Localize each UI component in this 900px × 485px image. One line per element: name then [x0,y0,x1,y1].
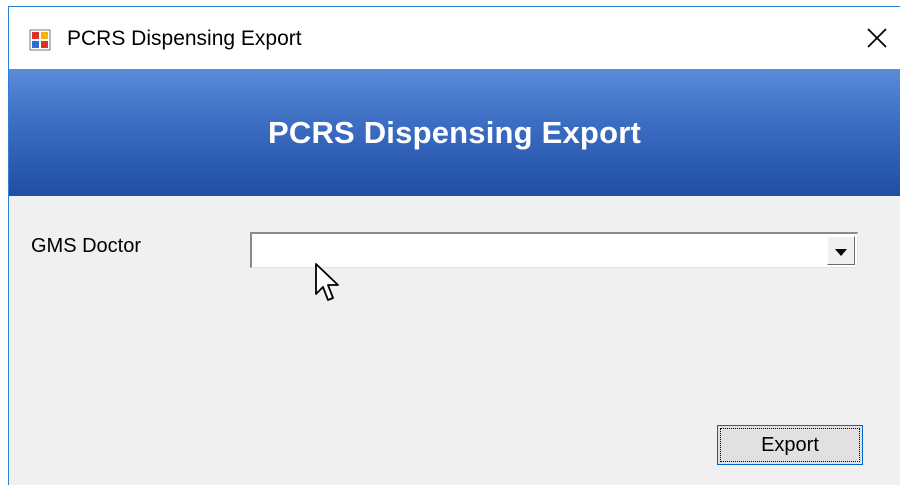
close-button[interactable] [854,7,900,69]
mouse-pointer-icon [315,263,339,301]
export-button[interactable]: Export [717,425,863,465]
banner-title: PCRS Dispensing Export [267,114,641,150]
title-bar: PCRS Dispensing Export [9,7,900,69]
close-icon [867,28,887,48]
dropdown-arrow-button[interactable] [827,236,855,265]
gms-doctor-label: GMS Doctor [31,235,142,257]
header-banner: PCRS Dispensing Export [9,69,900,196]
chevron-down-icon [835,248,847,256]
app-window-icon [29,29,51,51]
dialog-window: PCRS Dispensing Export PCRS Dispensing E… [8,6,900,485]
window-title: PCRS Dispensing Export [67,27,302,50]
